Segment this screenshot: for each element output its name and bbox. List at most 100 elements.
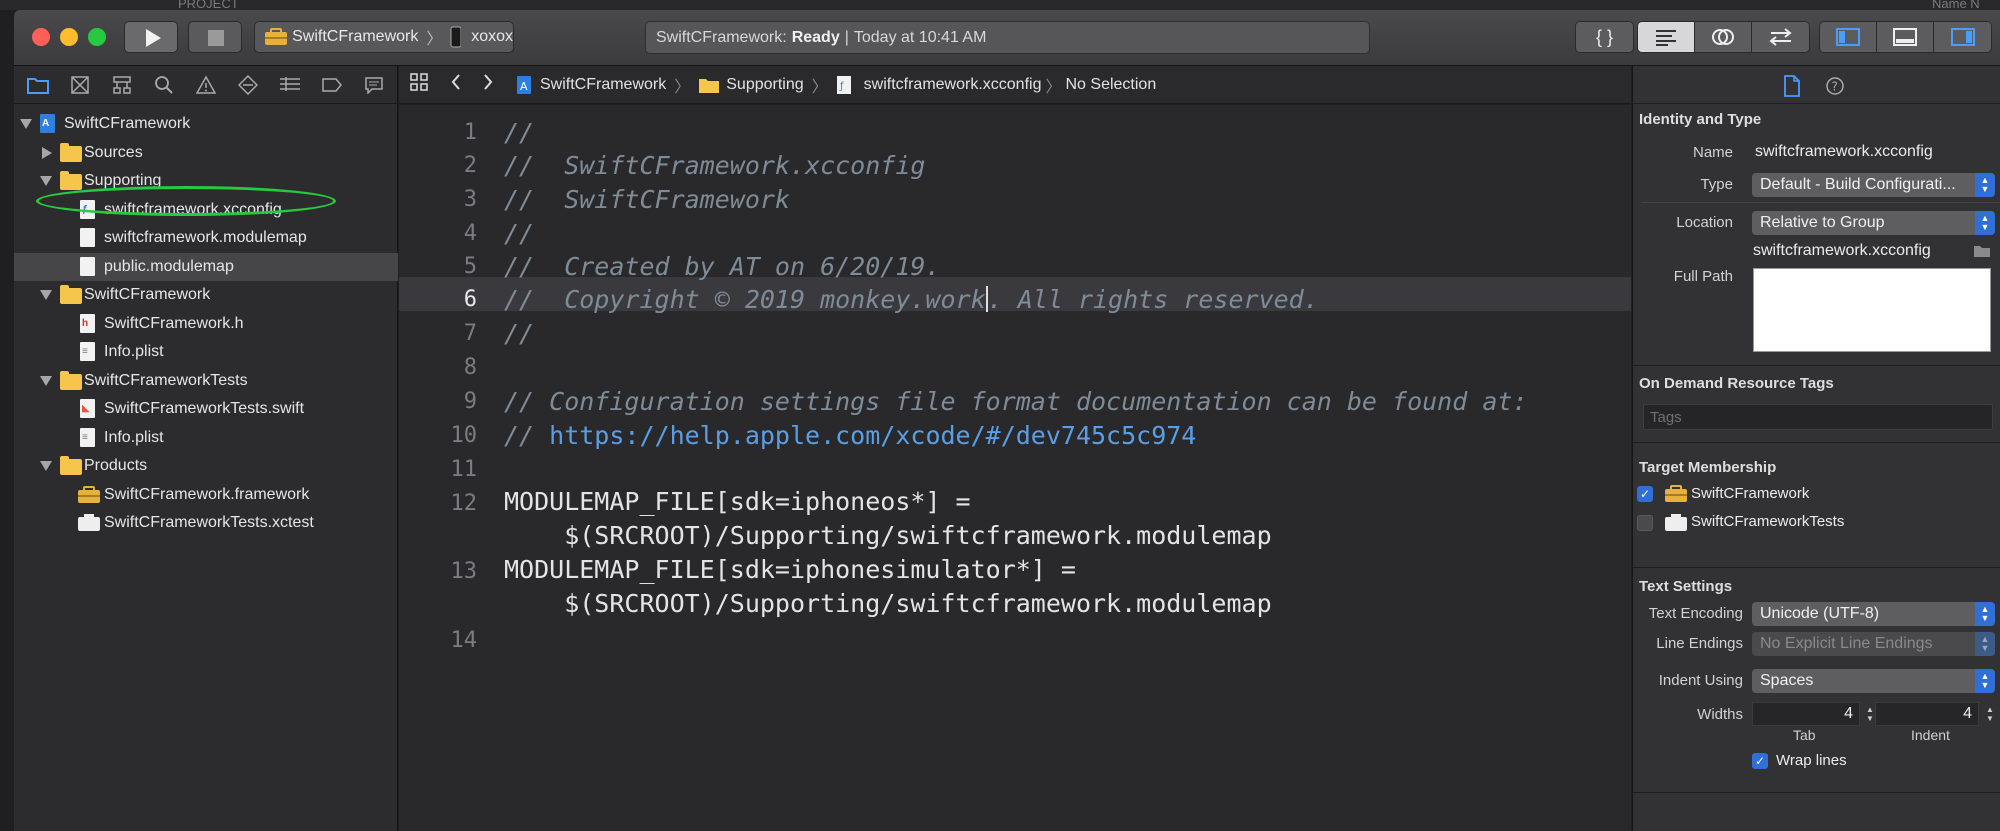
navigator-item-label: public.modulemap [104, 257, 234, 275]
interlocking-circles-icon [1712, 29, 1734, 45]
navigator-item[interactable]: ≡ Info.plist [14, 338, 398, 366]
updown-arrows-icon: ▲ ▼ [1975, 669, 1995, 693]
navigator-item[interactable]: Products [14, 452, 398, 480]
svg-text:ƒ: ƒ [839, 81, 844, 92]
disclosure-open-icon[interactable] [40, 375, 52, 386]
symbol-navigator-tab[interactable] [107, 73, 137, 97]
minimize-window-button[interactable] [60, 28, 78, 46]
code-text: // SwiftCFramework [504, 185, 790, 214]
code-comment: // Copyright © 2019 monkey.work [504, 285, 986, 314]
chevron-left-icon [451, 74, 460, 90]
activity-status-bar: SwiftCFramework: Ready | Today at 10:41 … [645, 21, 1370, 54]
navigator-item[interactable]: SwiftCFrameworkTests.xctest [14, 509, 398, 537]
navigator-item[interactable]: SwiftCFramework.framework [14, 481, 398, 509]
forward-button[interactable] [482, 73, 494, 96]
navigator-item[interactable]: ≡ Info.plist [14, 424, 398, 452]
folder-reveal-icon[interactable] [1973, 244, 1991, 258]
encoding-value: Unicode (UTF-8) [1760, 605, 1880, 622]
jump-crumb-selection[interactable]: No Selection [1066, 76, 1157, 94]
jump-crumb-file[interactable]: ƒ swiftcframework.xcconfig [836, 75, 1041, 95]
stop-button[interactable] [188, 21, 242, 53]
indent-caption: Indent [1911, 727, 1950, 743]
line-number: 10 [450, 423, 478, 448]
indent-width-field[interactable]: 4 [1875, 702, 1979, 726]
navigator-item[interactable]: SwiftCFramework [14, 281, 398, 309]
issue-navigator-tab[interactable] [191, 73, 221, 97]
close-window-button[interactable] [32, 28, 50, 46]
navigator-item[interactable]: h SwiftCFramework.h [14, 310, 398, 338]
tags-input[interactable]: Tags [1643, 404, 1993, 430]
disclosure-open-icon[interactable] [40, 176, 52, 186]
indent-using-label: Indent Using [1658, 672, 1743, 689]
scheme-selector[interactable]: SwiftCFramework 〉 xoxox [254, 21, 514, 53]
type-label: Type [1700, 176, 1733, 193]
disclosure-open-icon[interactable] [40, 290, 52, 300]
odr-section-title: On Demand Resource Tags [1639, 375, 1834, 392]
framework-toolbox-icon [1665, 485, 1687, 502]
disclosure-closed-icon[interactable] [42, 146, 52, 159]
debug-navigator-tab[interactable] [275, 73, 305, 97]
toggle-debug-area-button[interactable] [1877, 22, 1934, 52]
find-navigator-tab[interactable] [149, 73, 179, 97]
indent-width-stepper[interactable]: ▲ ▼ [1983, 703, 1997, 725]
test-navigator-tab[interactable] [233, 73, 263, 97]
library-button[interactable]: { } [1576, 22, 1633, 52]
type-popup[interactable]: Default - Build Configurati... ▲ ▼ [1752, 173, 1995, 197]
crumb-separator: 〉 [811, 78, 828, 96]
code-line: // [504, 118, 534, 147]
navigator-item[interactable]: public.modulemap [14, 252, 398, 281]
updown-arrows-icon: ▲ ▼ [1975, 602, 1995, 626]
related-items-icon[interactable] [410, 73, 428, 96]
status-divider: | [844, 28, 849, 46]
toggle-navigator-button[interactable] [1820, 22, 1877, 52]
location-popup[interactable]: Relative to Group ▲ ▼ [1752, 211, 1995, 235]
navigator-item-label: Products [84, 457, 148, 474]
run-button[interactable] [124, 21, 178, 53]
back-button[interactable] [450, 73, 462, 96]
disclosure-open-icon[interactable] [40, 461, 52, 471]
navigator-item[interactable]: SwiftCFrameworkTests [14, 367, 398, 395]
target-checkbox-swiftcframework[interactable]: ✓ [1637, 486, 1653, 502]
report-navigator-tab[interactable] [359, 73, 389, 97]
standard-editor-button[interactable] [1638, 22, 1695, 52]
version-editor-button[interactable] [1752, 22, 1809, 52]
line-number: 11 [450, 457, 478, 482]
line-endings-popup[interactable]: No Explicit Line Endings ▲ ▼ [1752, 632, 1995, 656]
help-icon[interactable]: ? [1825, 76, 1845, 96]
jump-crumb-folder[interactable]: Supporting [698, 76, 804, 94]
lines-icon [1656, 30, 1676, 46]
tab-caption: Tab [1793, 727, 1816, 743]
source-control-navigator-tab[interactable] [65, 73, 95, 97]
code-line: // https://help.apple.com/xcode/#/dev745… [504, 421, 1196, 450]
toggle-inspector-button[interactable] [1934, 22, 1991, 52]
indent-using-popup[interactable]: Spaces ▲ ▼ [1752, 669, 1995, 693]
target-checkbox-tests[interactable] [1637, 515, 1653, 531]
navigator-item[interactable]: A SwiftCFramework [14, 110, 398, 138]
navigator-item[interactable]: swiftcframework.modulemap [14, 224, 398, 252]
crumb-separator: 〉 [674, 78, 691, 96]
tab-width-field[interactable]: 4 [1752, 702, 1860, 726]
code-text: // Created by AT on 6/20/19. [504, 252, 941, 281]
plist-file-icon: ≡ [80, 342, 95, 361]
wrap-lines-checkbox[interactable]: ✓ [1752, 753, 1768, 769]
navigator-item[interactable]: ◣ SwiftCFrameworkTests.swift [14, 395, 398, 423]
navigator-item[interactable]: Sources [14, 139, 398, 167]
search-icon [155, 75, 173, 94]
name-field[interactable]: swiftcframework.xcconfig [1755, 143, 1933, 161]
source-editor[interactable]: 1 // 2 // SwiftCFramework.xcconfig 3 // Swift… [399, 105, 1631, 831]
project-navigator-tab[interactable] [23, 73, 53, 97]
line-number: 13 [450, 559, 478, 584]
file-inspector-tab-icon[interactable] [1783, 75, 1801, 97]
zoom-window-button[interactable] [88, 28, 106, 46]
breakpoint-navigator-tab[interactable] [317, 73, 347, 97]
encoding-popup[interactable]: Unicode (UTF-8) ▲ ▼ [1752, 602, 1995, 626]
arrows-swap-icon [1768, 28, 1792, 46]
jump-crumb-project[interactable]: A SwiftCFramework [516, 75, 666, 95]
documentation-link[interactable]: https://help.apple.com/xcode/#/dev745c5c… [549, 421, 1196, 450]
line-number: 7 [463, 321, 477, 346]
code-line: // SwiftCFramework.xcconfig [504, 151, 925, 180]
assistant-editor-button[interactable] [1695, 22, 1752, 52]
editor-mode-group [1637, 21, 1810, 53]
updown-arrows-icon: ▲ ▼ [1975, 632, 1995, 656]
disclosure-open-icon[interactable] [20, 119, 32, 129]
